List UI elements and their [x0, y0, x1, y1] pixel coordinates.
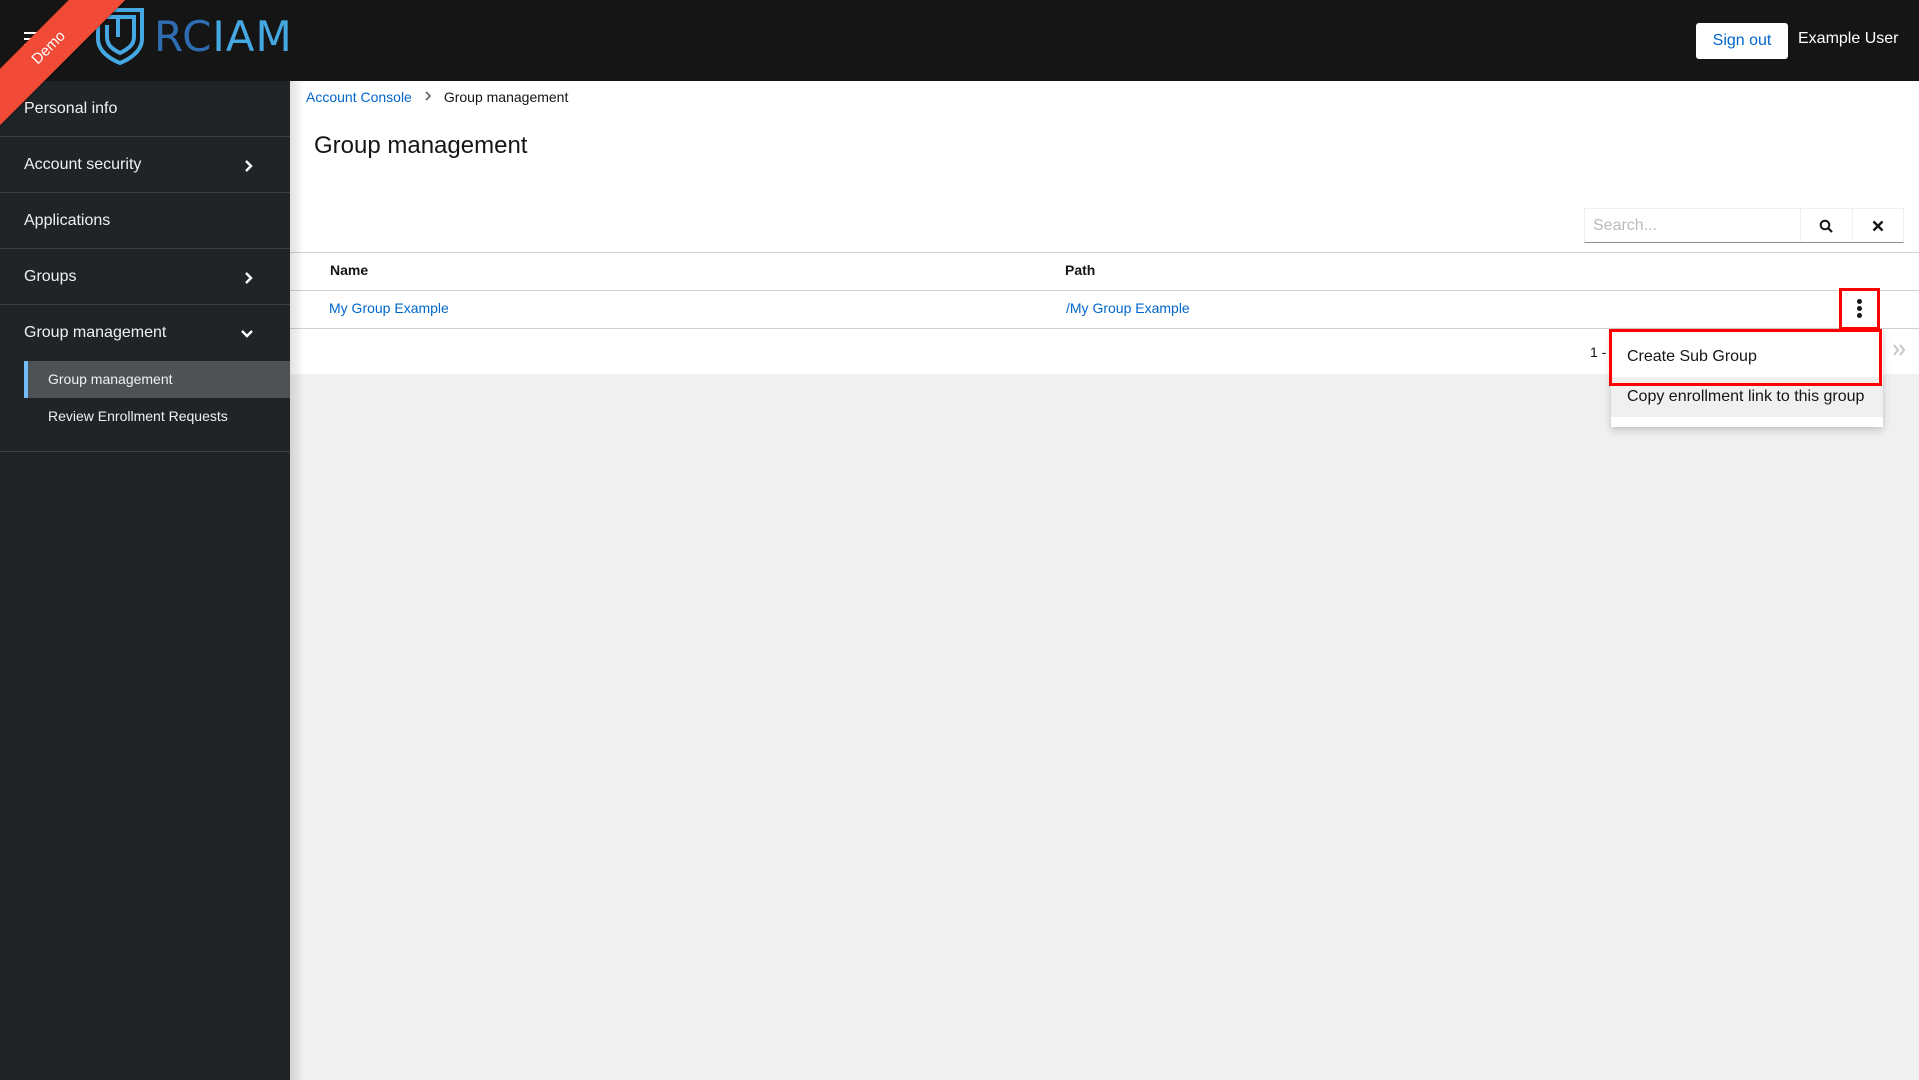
menu-item-copy-enrollment-link[interactable]: Copy enrollment link to this group: [1611, 377, 1883, 417]
sidebar-subitem-label: Review Enrollment Requests: [48, 408, 228, 424]
rciam-logo[interactable]: RCIAM: [94, 6, 293, 66]
breadcrumb: Account Console Group management: [306, 89, 568, 105]
sidebar-subitem-label: Group management: [48, 371, 173, 387]
sidebar-item-label: Account security: [24, 156, 142, 173]
row-actions-kebab-button[interactable]: [1841, 290, 1877, 327]
sign-out-button[interactable]: Sign out: [1696, 23, 1788, 59]
chevron-right-icon: [244, 137, 254, 193]
pagination-next-icon[interactable]: [1893, 340, 1907, 361]
column-header-name[interactable]: Name: [330, 262, 368, 278]
username-label: Example User: [1798, 30, 1899, 47]
search-group: [1584, 208, 1904, 243]
column-header-path[interactable]: Path: [1065, 262, 1095, 278]
sidebar-item-label: Group management: [24, 324, 167, 341]
sidebar-item-groups[interactable]: Groups: [0, 249, 290, 305]
close-icon: [1872, 220, 1884, 231]
sidebar-item-personal-info[interactable]: Personal info: [0, 81, 290, 137]
table-top-divider: [290, 252, 1919, 253]
masthead: RCIAM Demo Sign out Example User: [0, 0, 1919, 137]
search-button[interactable]: [1800, 209, 1852, 242]
row-actions-menu: Create Sub Group Copy enrollment link to…: [1611, 329, 1883, 427]
page-title: Group management: [314, 132, 528, 159]
kebab-icon: [1856, 298, 1862, 319]
sidebar-group-group-management: Group management Group management Review…: [0, 305, 290, 452]
sidebar-item-group-management[interactable]: Group management: [0, 305, 290, 361]
table-header-divider: [290, 290, 1919, 291]
group-name-link[interactable]: My Group Example: [329, 300, 449, 316]
sidebar-subitem-group-management[interactable]: Group management: [24, 361, 290, 398]
logo-text: RCIAM: [154, 12, 293, 61]
breadcrumb-current: Group management: [443, 89, 569, 105]
search-input[interactable]: [1585, 209, 1800, 242]
breadcrumb-link-account-console[interactable]: Account Console: [306, 89, 412, 105]
sidebar-item-label: Personal info: [24, 100, 118, 117]
logo-text-iam: IAM: [212, 11, 293, 61]
menu-item-create-sub-group[interactable]: Create Sub Group: [1611, 337, 1883, 377]
group-path-link[interactable]: /My Group Example: [1066, 300, 1190, 316]
sidebar: Personal info Account security Applicati…: [0, 81, 290, 1080]
search-icon: [1819, 219, 1834, 233]
sidebar-item-label: Groups: [24, 268, 77, 285]
logo-text-rc: RC: [154, 11, 213, 61]
sidebar-item-account-security[interactable]: Account security: [0, 137, 290, 193]
clear-search-button[interactable]: [1851, 209, 1903, 242]
pagination-range: 1 -: [1590, 344, 1607, 360]
chevron-down-icon: [240, 305, 254, 361]
breadcrumb-separator-icon: [424, 90, 432, 104]
chevron-right-icon: [244, 249, 254, 305]
sidebar-subitem-review-enrollment-requests[interactable]: Review Enrollment Requests: [24, 398, 290, 435]
sidebar-item-label: Applications: [24, 212, 111, 229]
sidebar-item-applications[interactable]: Applications: [0, 193, 290, 249]
